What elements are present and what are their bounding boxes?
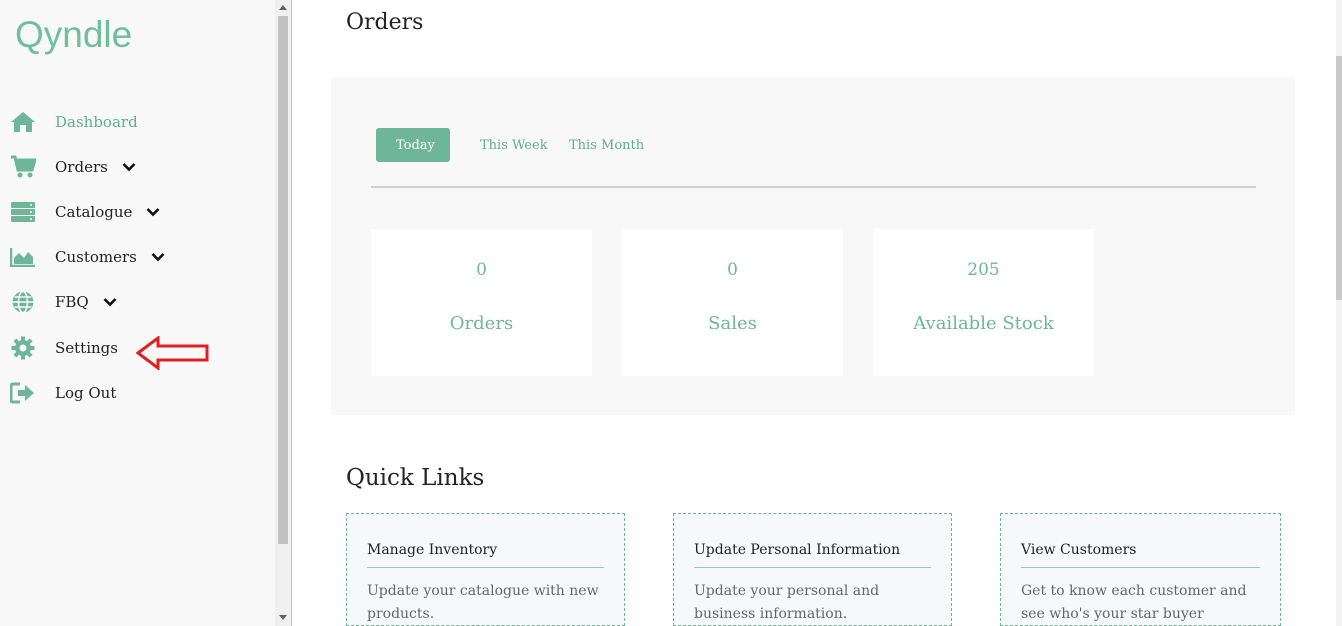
sidebar-item-label: Log Out <box>55 384 117 402</box>
quick-link-description: Get to know each customer and see who's … <box>1021 583 1247 622</box>
scrollbar-thumb[interactable] <box>278 16 288 544</box>
area-chart-icon <box>10 244 36 270</box>
cart-icon <box>10 154 36 180</box>
home-icon <box>10 109 36 135</box>
scroll-up-icon[interactable] <box>275 0 291 14</box>
sign-out-icon <box>10 380 36 406</box>
chevron-down-icon[interactable] <box>103 297 117 307</box>
stat-value: 0 <box>727 260 738 280</box>
page-title: Orders <box>346 10 424 35</box>
sidebar-item-dashboard[interactable]: Dashboard <box>10 107 138 137</box>
brand-logo[interactable]: Qyndle <box>15 14 132 56</box>
quick-link-manage-inventory[interactable]: Manage Inventory Update your catalogue w… <box>346 513 625 626</box>
page-scrollbar[interactable] <box>1336 0 1342 626</box>
content-divider <box>291 0 292 626</box>
chevron-down-icon[interactable] <box>151 252 165 262</box>
stat-card-sales: 0 Sales <box>622 229 843 376</box>
stat-value: 0 <box>476 260 487 280</box>
globe-icon <box>10 289 36 315</box>
stat-label: Available Stock <box>913 313 1054 334</box>
sidebar-item-label: Customers <box>55 248 137 266</box>
sidebar-scrollbar[interactable] <box>275 0 291 626</box>
stat-card-available-stock: 205 Available Stock <box>873 229 1094 376</box>
stat-label: Sales <box>708 313 757 334</box>
stat-card-orders: 0 Orders <box>371 229 592 376</box>
sidebar-item-catalogue[interactable]: Catalogue <box>10 197 160 227</box>
stat-value: 205 <box>967 260 1000 280</box>
gear-icon <box>10 335 36 361</box>
quick-link-title: View Customers <box>1021 542 1260 568</box>
tab-this-month[interactable]: This Month <box>569 128 644 162</box>
quick-link-title: Manage Inventory <box>367 542 604 568</box>
quick-link-description: Update your personal and business inform… <box>694 583 880 622</box>
sidebar: Qyndle Dashboard Orders Catalogue Custom… <box>0 0 275 626</box>
quick-link-view-customers[interactable]: View Customers Get to know each customer… <box>1000 513 1281 626</box>
scrollbar-thumb[interactable] <box>1336 56 1342 300</box>
chevron-down-icon[interactable] <box>146 207 160 217</box>
server-icon <box>10 199 36 225</box>
quick-links-title: Quick Links <box>346 465 485 491</box>
sidebar-item-label: FBQ <box>55 293 89 311</box>
sidebar-item-fbq[interactable]: FBQ <box>10 287 117 317</box>
quick-link-update-personal-info[interactable]: Update Personal Information Update your … <box>673 513 952 626</box>
orders-panel: Today This Week This Month 0 Orders 0 Sa… <box>331 77 1295 415</box>
sidebar-item-label: Settings <box>55 339 118 357</box>
chevron-down-icon[interactable] <box>122 162 136 172</box>
quick-link-title: Update Personal Information <box>694 542 931 568</box>
sidebar-item-orders[interactable]: Orders <box>10 152 136 182</box>
annotation-arrow-icon <box>136 336 209 370</box>
tab-this-week[interactable]: This Week <box>480 128 548 162</box>
scroll-down-icon[interactable] <box>275 610 291 624</box>
sidebar-item-customers[interactable]: Customers <box>10 242 165 272</box>
sidebar-item-log-out[interactable]: Log Out <box>10 378 116 408</box>
tab-today[interactable]: Today <box>376 128 450 162</box>
stat-label: Orders <box>449 313 514 334</box>
sidebar-item-label: Orders <box>55 158 108 176</box>
sidebar-item-settings[interactable]: Settings <box>10 333 118 363</box>
tab-divider <box>371 186 1256 188</box>
sidebar-item-label: Catalogue <box>55 203 133 221</box>
sidebar-item-label: Dashboard <box>55 113 138 131</box>
quick-link-description: Update your catalogue with new products. <box>367 583 599 622</box>
